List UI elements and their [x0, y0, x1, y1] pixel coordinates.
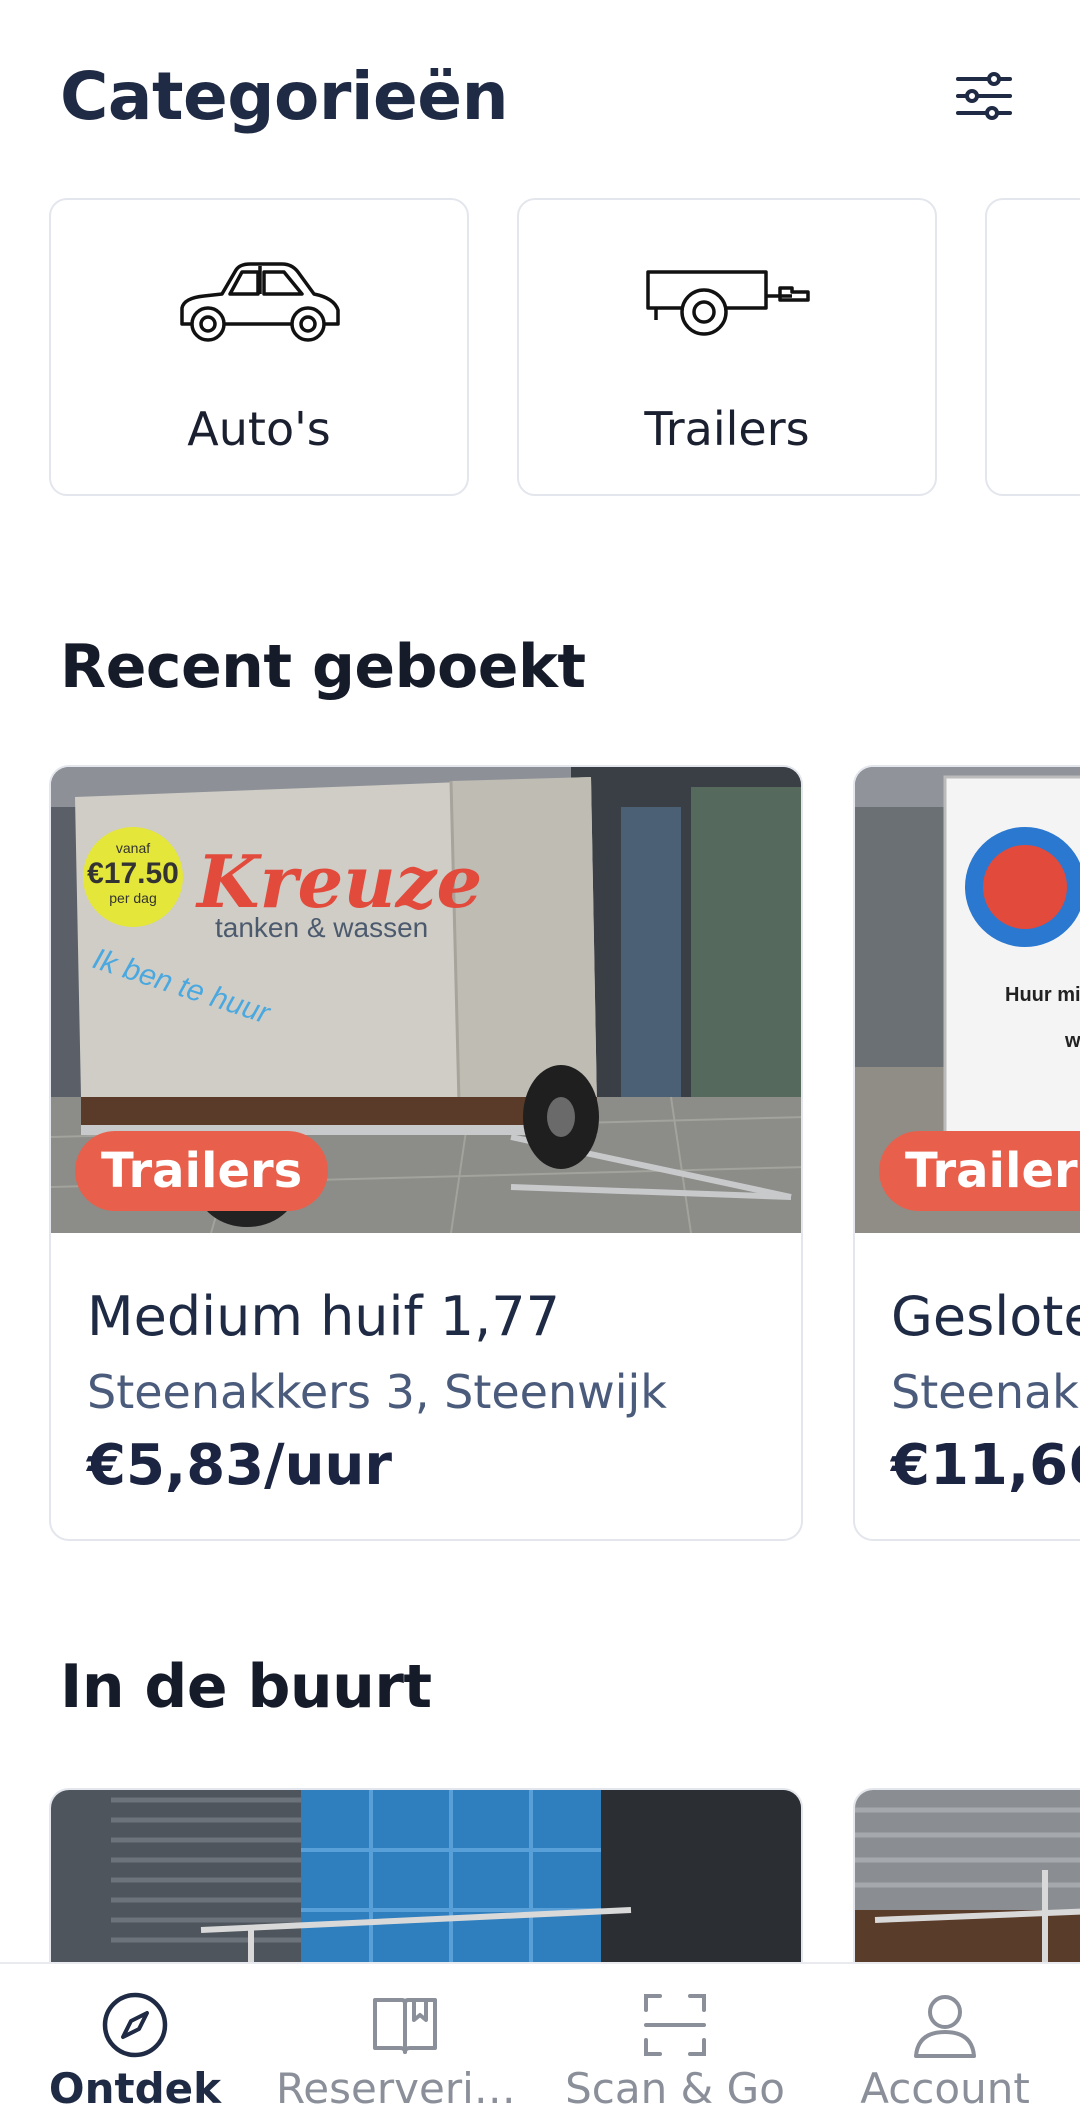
page-title: Categorieën [60, 58, 509, 135]
listing-image: vanaf €17.50 per dag Kreuze tanken & was… [51, 767, 801, 1233]
listing-image [51, 1790, 801, 1962]
nav-item-ontdek[interactable]: Ontdek [0, 1964, 270, 2125]
listing-title: Gesloten [891, 1285, 1080, 1348]
book-icon [270, 1990, 540, 2060]
listing-image: Huur mij w Trailers [855, 767, 1080, 1233]
car-icon [51, 260, 467, 370]
category-carousel[interactable]: Auto's Trailers [0, 198, 1080, 498]
listing-card[interactable] [49, 1788, 803, 1962]
listing-card[interactable] [853, 1788, 1080, 1962]
listing-card[interactable]: Huur mij w Trailers Gesloten Steenakkers… [853, 765, 1080, 1541]
nav-label: Reserverin... [276, 2064, 540, 2113]
filter-button[interactable] [944, 64, 1024, 128]
listing-title: Medium huif 1,77 [87, 1285, 560, 1348]
listing-details: Medium huif 1,77 Steenakkers 3, Steenwij… [51, 1233, 801, 1539]
category-badge: Trailers [879, 1131, 1080, 1211]
category-label: Auto's [187, 402, 331, 456]
svg-text:w: w [1064, 1030, 1080, 1052]
nav-label: Ontdek [48, 2064, 222, 2113]
nav-item-account[interactable]: Account [810, 1964, 1080, 2125]
nav-label: Scan & Go [565, 2064, 785, 2113]
svg-text:per dag: per dag [109, 890, 156, 906]
nav-item-reserveringen[interactable]: Reserverin... [270, 1964, 540, 2125]
category-badge: Trailers [75, 1131, 329, 1211]
svg-text:€17.50: €17.50 [87, 857, 179, 890]
section-title-recent: Recent geboekt [60, 632, 586, 702]
compass-icon [0, 1990, 270, 2060]
listing-details: Gesloten Steenakkers €11,66/ [855, 1233, 1080, 1539]
bottom-navigation: Ontdek Reserverin... Scan & Go Account [0, 1962, 1080, 2125]
user-icon [810, 1990, 1080, 2060]
nav-item-scan-go[interactable]: Scan & Go [540, 1964, 810, 2125]
listing-address: Steenakkers [891, 1365, 1080, 1419]
svg-text:Huur mij: Huur mij [1005, 984, 1080, 1006]
header: Categorieën [0, 0, 1080, 200]
scan-icon [540, 1990, 810, 2060]
listing-image [855, 1790, 1080, 1962]
listing-card[interactable]: vanaf €17.50 per dag Kreuze tanken & was… [49, 765, 803, 1541]
category-card-trailers[interactable]: Trailers [517, 198, 937, 496]
category-label: Trailers [644, 402, 810, 456]
nearby-carousel[interactable] [0, 1788, 1080, 1962]
nav-label: Account [860, 2064, 1030, 2113]
sliders-icon [956, 72, 1012, 120]
category-card-autos[interactable]: Auto's [49, 198, 469, 496]
svg-text:tanken & wassen: tanken & wassen [215, 912, 428, 943]
category-card-partial[interactable] [985, 198, 1080, 496]
listing-price: €11,66/ [891, 1433, 1080, 1498]
svg-text:vanaf: vanaf [116, 840, 150, 856]
listing-price: €5,83/uur [87, 1433, 392, 1498]
listing-address: Steenakkers 3, Steenwijk [87, 1365, 667, 1419]
section-title-nearby: In de buurt [60, 1652, 432, 1722]
recent-carousel[interactable]: vanaf €17.50 per dag Kreuze tanken & was… [0, 765, 1080, 1545]
trailer-icon [519, 260, 935, 370]
